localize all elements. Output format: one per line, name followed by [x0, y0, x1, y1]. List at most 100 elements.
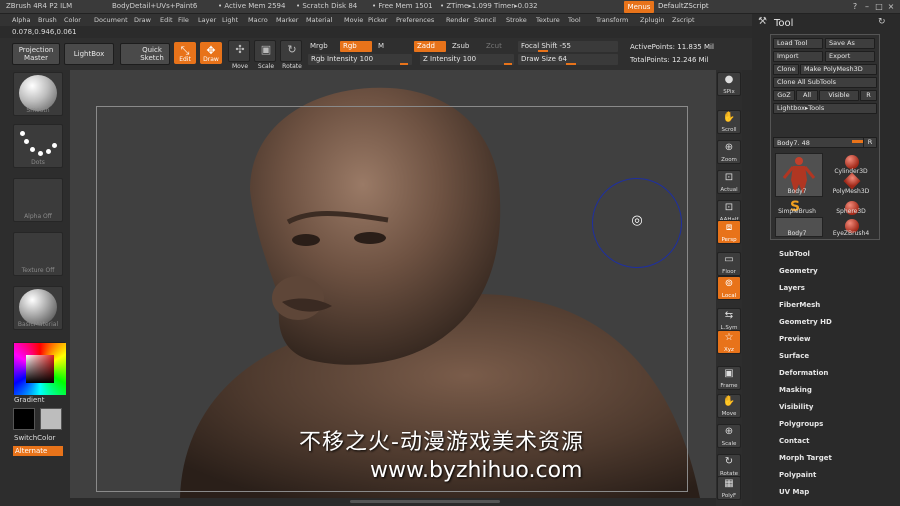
- subtool-simplebrush[interactable]: S SimpleBrush Body7: [773, 197, 823, 237]
- draw-size-slider[interactable]: Draw Size 64: [518, 54, 618, 65]
- view-local-button[interactable]: ⊚ Local: [717, 276, 741, 300]
- focal-shift-slider[interactable]: Focal Shift -55: [518, 41, 618, 52]
- r-button-2[interactable]: R: [863, 137, 877, 148]
- menu-draw[interactable]: Draw: [134, 16, 151, 24]
- make-polymesh-button[interactable]: Make PolyMesh3D: [800, 64, 877, 75]
- menus-button[interactable]: Menus: [624, 1, 654, 13]
- minimize-icon[interactable]: –: [862, 2, 872, 12]
- body-tool-slider[interactable]: Body7. 48: [773, 137, 869, 148]
- close-icon[interactable]: ×: [886, 2, 896, 12]
- menu-alpha[interactable]: Alpha: [12, 16, 30, 24]
- menu-color[interactable]: Color: [64, 16, 81, 24]
- lightbox-button[interactable]: LightBox: [64, 43, 114, 65]
- alternate-button[interactable]: Alternate: [13, 446, 63, 456]
- menu-transform[interactable]: Transform: [596, 16, 628, 24]
- menu-render[interactable]: Render: [446, 16, 469, 24]
- edit-button[interactable]: ⤡ Edit: [174, 42, 196, 64]
- section-contact[interactable]: Contact: [779, 437, 810, 445]
- view-frame-button[interactable]: ▣ Frame: [717, 366, 741, 390]
- section-polypaint[interactable]: Polypaint: [779, 471, 816, 479]
- menu-material[interactable]: Material: [306, 16, 332, 24]
- z-intensity-slider[interactable]: Z Intensity 100: [420, 54, 514, 65]
- section-masking[interactable]: Masking: [779, 386, 812, 394]
- view-rotate-button[interactable]: ↻ Rotate: [717, 454, 741, 478]
- section-geometry-hd[interactable]: Geometry HD: [779, 318, 832, 326]
- menu-preferences[interactable]: Preferences: [396, 16, 434, 24]
- menu-tool[interactable]: Tool: [568, 16, 581, 24]
- switchcolor-button[interactable]: SwitchColor: [14, 434, 55, 442]
- menu-light[interactable]: Light: [222, 16, 238, 24]
- alpha-selector[interactable]: Alpha Off: [13, 178, 63, 222]
- menu-marker[interactable]: Marker: [276, 16, 298, 24]
- view-move-button[interactable]: ✋ Move: [717, 394, 741, 418]
- section-morph-target[interactable]: Morph Target: [779, 454, 832, 462]
- rgb-intensity-slider[interactable]: Rgb Intensity 100: [308, 54, 412, 65]
- section-subtool[interactable]: SubTool: [779, 250, 810, 258]
- section-polygroups[interactable]: Polygroups: [779, 420, 823, 428]
- clone-button[interactable]: Clone: [773, 64, 799, 75]
- subtool-body7[interactable]: Body7: [773, 151, 823, 197]
- clone-all-subtools-button[interactable]: Clone All SubTools: [773, 77, 877, 88]
- projection-master-button[interactable]: Projection Master: [12, 43, 60, 65]
- color-picker[interactable]: [13, 342, 66, 395]
- all-button[interactable]: All: [796, 90, 818, 101]
- r-button[interactable]: R: [860, 90, 877, 101]
- view-scroll-button[interactable]: ✋ Scroll: [717, 110, 741, 134]
- lightbox-tools-button[interactable]: Lightbox▸Tools: [773, 103, 877, 114]
- menu-zplugin[interactable]: Zplugin: [640, 16, 665, 24]
- menu-movie[interactable]: Movie: [344, 16, 363, 24]
- menu-stencil[interactable]: Stencil: [474, 16, 496, 24]
- menu-picker[interactable]: Picker: [368, 16, 387, 24]
- section-preview[interactable]: Preview: [779, 335, 811, 343]
- m-toggle[interactable]: M: [378, 42, 384, 50]
- tool-palette-icon[interactable]: ⚒: [758, 16, 767, 27]
- view-lsym-button[interactable]: ⇆ L.Sym: [717, 308, 741, 332]
- rgb-toggle[interactable]: Rgb: [340, 41, 372, 52]
- move-button[interactable]: ✣ Move: [228, 40, 250, 70]
- canvas-viewport[interactable]: ◎ 不移之火-动漫游戏美术资源 www.byzhihuo.com: [70, 70, 716, 498]
- zsub-toggle[interactable]: Zsub: [452, 42, 469, 50]
- view-floor-button[interactable]: ▭ Floor: [717, 252, 741, 276]
- import-button[interactable]: Import: [773, 51, 823, 62]
- draw-button[interactable]: ✥ Draw: [200, 42, 222, 64]
- section-layers[interactable]: Layers: [779, 284, 805, 292]
- stroke-selector[interactable]: Dots: [13, 124, 63, 168]
- section-uv-map[interactable]: UV Map: [779, 488, 809, 496]
- menu-brush[interactable]: Brush: [38, 16, 57, 24]
- view-zoom-button[interactable]: ⊕ Zoom: [717, 140, 741, 164]
- menu-file[interactable]: File: [178, 16, 189, 24]
- menu-document[interactable]: Document: [94, 16, 128, 24]
- saturation-square[interactable]: [26, 355, 54, 383]
- section-visibility[interactable]: Visibility: [779, 403, 813, 411]
- menu-layer[interactable]: Layer: [198, 16, 216, 24]
- subtool-sphere3d[interactable]: Sphere3D EyeZBrush4: [827, 197, 875, 237]
- default-zscript-button[interactable]: DefaultZScript: [658, 2, 709, 10]
- main-color-swatch[interactable]: [13, 408, 35, 430]
- goz-button[interactable]: GoZ: [773, 90, 795, 101]
- zcut-toggle[interactable]: Zcut: [486, 42, 502, 50]
- help-icon[interactable]: ?: [850, 2, 860, 12]
- section-fibermesh[interactable]: FiberMesh: [779, 301, 820, 309]
- subtool-cylinder3d[interactable]: Cylinder3D PolyMesh3D: [827, 151, 875, 195]
- menu-edit[interactable]: Edit: [160, 16, 173, 24]
- section-geometry[interactable]: Geometry: [779, 267, 818, 275]
- texture-selector[interactable]: Texture Off: [13, 232, 63, 276]
- section-deformation[interactable]: Deformation: [779, 369, 828, 377]
- visible-button[interactable]: Visible: [819, 90, 859, 101]
- mrgb-toggle[interactable]: Mrgb: [310, 42, 328, 50]
- menu-macro[interactable]: Macro: [248, 16, 268, 24]
- view-spix-button[interactable]: ● SPix: [717, 72, 741, 96]
- menu-zscript[interactable]: Zscript: [672, 16, 695, 24]
- menu-stroke[interactable]: Stroke: [506, 16, 527, 24]
- view-xyz-button[interactable]: ☆ Xyz: [717, 330, 741, 354]
- secondary-color-swatch[interactable]: [40, 408, 62, 430]
- maximize-icon[interactable]: □: [874, 2, 884, 12]
- canvas-scrollbar[interactable]: [70, 498, 716, 506]
- load-tool-button[interactable]: Load Tool: [773, 38, 823, 49]
- quick-sketch-button[interactable]: Quick Sketch: [120, 43, 170, 65]
- section-surface[interactable]: Surface: [779, 352, 809, 360]
- scale-button[interactable]: ▣ Scale: [254, 40, 276, 70]
- material-selector[interactable]: BasicMaterial: [13, 286, 63, 330]
- menu-texture[interactable]: Texture: [536, 16, 560, 24]
- export-button[interactable]: Export: [825, 51, 875, 62]
